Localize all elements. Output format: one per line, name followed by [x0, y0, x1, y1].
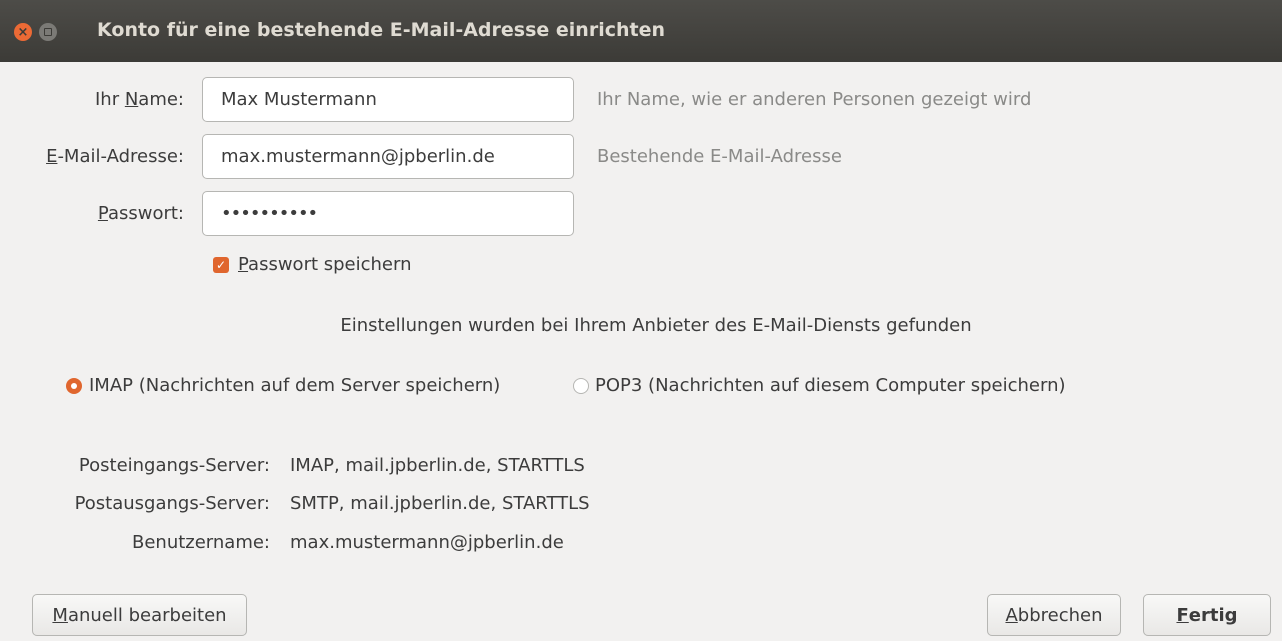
name-input-value: Max Mustermann: [221, 89, 377, 110]
outgoing-server-label: Postausgangs-Server:: [74, 493, 270, 514]
username-value: max.mustermann@jpberlin.de: [290, 532, 564, 553]
settings-found-message: Einstellungen wurden bei Ihrem Anbieter …: [340, 315, 972, 336]
title-bar: × Konto für eine bestehende E-Mail-Adres…: [0, 0, 1282, 62]
email-field-value: max.mustermann@jpberlin.de: [221, 146, 495, 167]
password-field-value: ••••••••••: [221, 203, 318, 224]
name-hint: Ihr Name, wie er anderen Personen gezeig…: [597, 89, 1032, 110]
close-icon[interactable]: ×: [14, 23, 32, 41]
password-label: Passwort:: [97, 203, 184, 224]
manual-edit-button[interactable]: Manuell bearbeiten: [32, 594, 247, 636]
save-password-checkbox[interactable]: ✓: [213, 257, 229, 273]
password-field[interactable]: ••••••••••: [202, 191, 574, 236]
account-setup-dialog: × Konto für eine bestehende E-Mail-Adres…: [0, 0, 1282, 641]
name-input[interactable]: Max Mustermann: [202, 77, 574, 122]
pop3-radio-label[interactable]: POP3 (Nachrichten auf diesem Computer sp…: [595, 375, 1066, 396]
imap-radio-label[interactable]: IMAP (Nachrichten auf dem Server speiche…: [89, 375, 500, 396]
email-hint: Bestehende E-Mail-Adresse: [597, 146, 842, 167]
email-field[interactable]: max.mustermann@jpberlin.de: [202, 134, 574, 179]
email-label: E-Mail-Adresse:: [46, 146, 184, 167]
username-label: Benutzername:: [131, 532, 270, 553]
incoming-server-value: IMAP, mail.jpberlin.de, STARTTLS: [290, 455, 585, 476]
done-button[interactable]: Fertig: [1143, 594, 1271, 636]
imap-radio[interactable]: [66, 378, 82, 394]
pop3-radio[interactable]: [573, 378, 589, 394]
window-title: Konto für eine bestehende E-Mail-Adresse…: [97, 19, 666, 41]
incoming-server-label: Posteingangs-Server:: [78, 455, 270, 476]
maximize-icon[interactable]: [39, 23, 57, 41]
outgoing-server-value: SMTP, mail.jpberlin.de, STARTTLS: [290, 493, 590, 514]
cancel-button[interactable]: Abbrechen: [987, 594, 1121, 636]
name-label: Ihr Name:: [94, 89, 184, 110]
save-password-label[interactable]: Passwort speichern: [238, 254, 412, 275]
